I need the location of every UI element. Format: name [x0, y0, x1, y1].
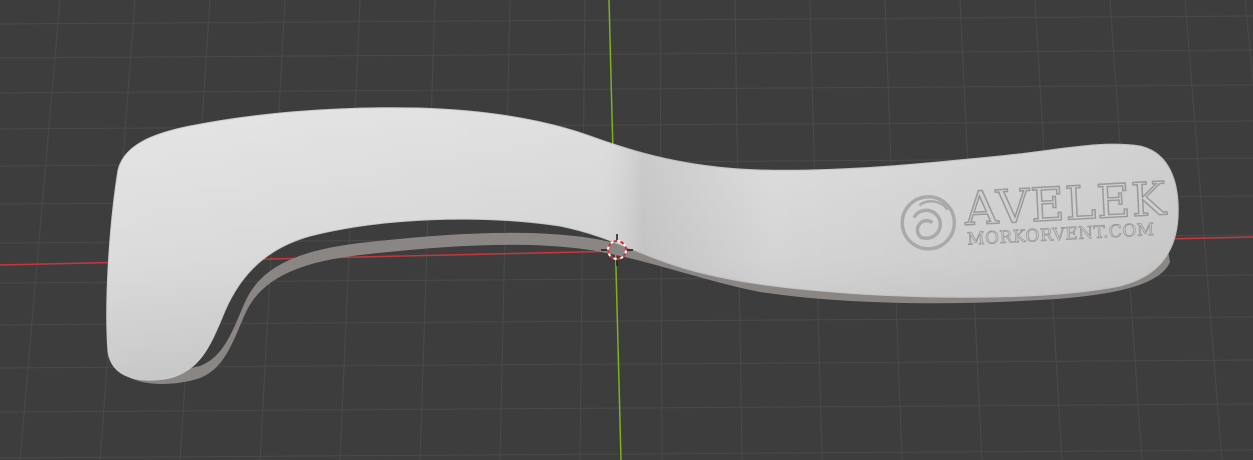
3d-viewport[interactable]: AVELEK MORKORVENT.COM: [0, 0, 1253, 460]
viewport-canvas[interactable]: AVELEK MORKORVENT.COM: [0, 0, 1253, 460]
